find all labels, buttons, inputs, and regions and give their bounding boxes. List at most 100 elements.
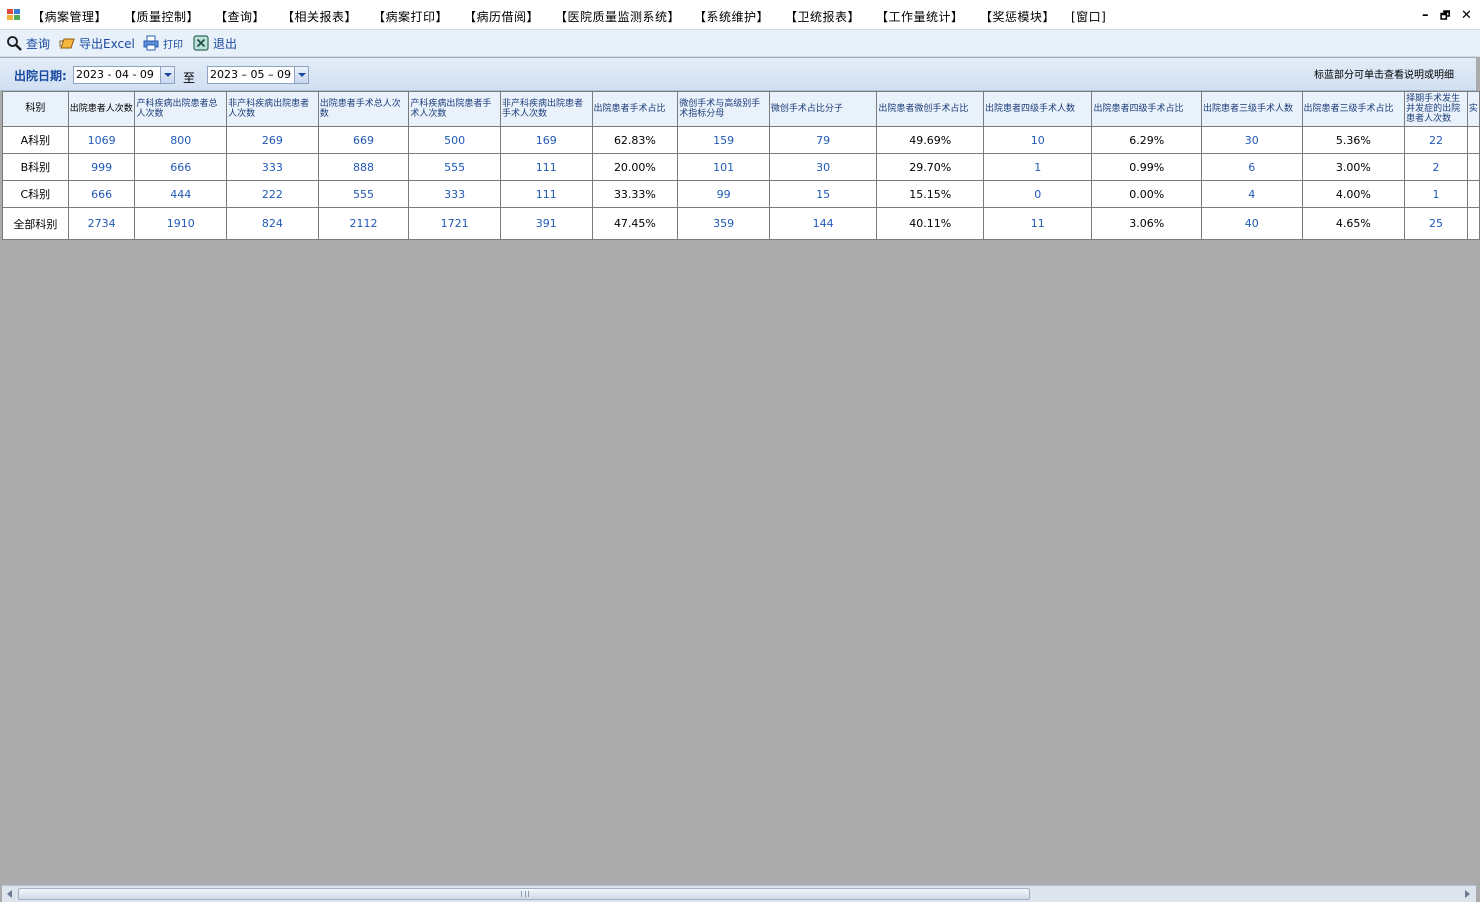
menu-reward-punishment[interactable]: 【奖惩模块】: [980, 8, 1055, 26]
menu-workload-statistics[interactable]: 【工作量统计】: [876, 8, 964, 26]
header-cell[interactable]: 出院患者手术总人次数: [317, 91, 410, 127]
count-link-cell[interactable]: [1466, 207, 1480, 240]
header-cell[interactable]: 出院患者三级手术占比: [1301, 91, 1406, 127]
count-link-cell[interactable]: 2734: [67, 207, 136, 240]
magnifier-icon: [7, 36, 22, 51]
header-cell[interactable]: 微创手术与高级别手术指标分母: [677, 91, 770, 127]
header-cell[interactable]: 实: [1466, 91, 1480, 127]
menu-hospital-quality-monitoring[interactable]: 【医院质量监测系统】: [555, 8, 680, 26]
export-excel-icon: [59, 38, 75, 49]
count-link-cell[interactable]: 391: [499, 207, 593, 240]
header-cell[interactable]: 出院患者微创手术占比: [876, 91, 985, 127]
count-link-cell[interactable]: 30: [768, 153, 878, 181]
count-link-cell[interactable]: 333: [408, 180, 501, 208]
count-link-cell[interactable]: 555: [408, 153, 501, 181]
count-link-cell[interactable]: 2112: [317, 207, 410, 240]
print-button[interactable]: 打印: [143, 33, 183, 53]
header-cell[interactable]: 出院患者四级手术占比: [1091, 91, 1203, 127]
scroll-left-icon[interactable]: [7, 890, 12, 898]
count-link-cell[interactable]: 111: [499, 153, 593, 181]
count-link-cell[interactable]: 169: [499, 126, 593, 154]
chevron-down-icon[interactable]: [294, 67, 308, 83]
header-cell[interactable]: 出院患者四级手术人数: [983, 91, 1093, 127]
count-link-cell[interactable]: 999: [67, 153, 136, 181]
count-link-cell[interactable]: 888: [317, 153, 410, 181]
count-link-cell[interactable]: 824: [226, 207, 319, 240]
count-link-cell[interactable]: 666: [134, 153, 228, 181]
end-date-picker[interactable]: 2023 – 05 – 09: [207, 66, 309, 84]
department-cell: B科别: [2, 153, 69, 181]
horizontal-scrollbar[interactable]: [2, 885, 1476, 902]
header-cell[interactable]: 微创手术占比分子: [768, 91, 878, 127]
data-grid: 科别 出院患者人次数 产科疾病出院患者总人次数 非产科疾病出院患者人次数 出院患…: [2, 91, 1480, 886]
app-logo-icon: [7, 9, 21, 22]
count-link-cell[interactable]: 159: [677, 126, 770, 154]
count-link-cell[interactable]: 1: [983, 153, 1093, 181]
header-cell[interactable]: 择期手术发生并发症的出院患者人次数: [1404, 91, 1468, 127]
ratio-cell: 33.33%: [591, 180, 679, 208]
start-date-picker[interactable]: 2023 - 04 - 09: [73, 66, 175, 84]
count-link-cell[interactable]: 800: [134, 126, 228, 154]
count-link-cell[interactable]: 30: [1201, 126, 1303, 154]
count-link-cell[interactable]: 25: [1404, 207, 1468, 240]
header-cell[interactable]: 产科疾病出院患者总人次数: [134, 91, 228, 127]
menu-quality-control[interactable]: 【质量控制】: [124, 8, 199, 26]
count-link-cell[interactable]: 111: [499, 180, 593, 208]
count-link-cell[interactable]: 99: [677, 180, 770, 208]
count-link-cell[interactable]: 1: [1404, 180, 1468, 208]
count-link-cell[interactable]: 333: [226, 153, 319, 181]
header-cell[interactable]: 出院患者三级手术人数: [1201, 91, 1303, 127]
menu-system-maintenance[interactable]: 【系统维护】: [694, 8, 769, 26]
close-button[interactable]: ✕: [1461, 8, 1472, 24]
menu-record-borrow[interactable]: 【病历借阅】: [464, 8, 539, 26]
count-link-cell[interactable]: 444: [134, 180, 228, 208]
count-link-cell[interactable]: 11: [983, 207, 1093, 240]
minimize-button[interactable]: –: [1422, 8, 1429, 24]
ratio-cell: 3.06%: [1091, 207, 1203, 240]
surgery-statistics-table: 科别 出院患者人次数 产科疾病出院患者总人次数 非产科疾病出院患者人次数 出院患…: [2, 91, 1480, 240]
count-link-cell[interactable]: 1069: [67, 126, 136, 154]
exit-button[interactable]: 退出: [193, 33, 239, 53]
menu-related-reports[interactable]: 【相关报表】: [282, 8, 357, 26]
count-link-cell[interactable]: 555: [317, 180, 410, 208]
menu-window[interactable]: [窗口]: [1071, 8, 1106, 26]
scrollbar-thumb[interactable]: [18, 888, 1030, 900]
menu-case-print[interactable]: 【病案打印】: [373, 8, 448, 26]
export-excel-button[interactable]: 导出Excel: [59, 33, 139, 53]
count-link-cell[interactable]: 269: [226, 126, 319, 154]
count-link-cell[interactable]: [1466, 153, 1480, 181]
count-link-cell[interactable]: 79: [768, 126, 878, 154]
count-link-cell[interactable]: 1910: [134, 207, 228, 240]
query-button[interactable]: 查询: [6, 33, 52, 53]
count-link-cell[interactable]: 10: [983, 126, 1093, 154]
chevron-down-icon[interactable]: [160, 67, 174, 83]
count-link-cell[interactable]: 0: [983, 180, 1093, 208]
count-link-cell[interactable]: 40: [1201, 207, 1303, 240]
header-cell[interactable]: 非产科疾病出院患者人次数: [226, 91, 319, 127]
count-link-cell[interactable]: 15: [768, 180, 878, 208]
count-link-cell[interactable]: 22: [1404, 126, 1468, 154]
count-link-cell[interactable]: 2: [1404, 153, 1468, 181]
count-link-cell[interactable]: 666: [67, 180, 136, 208]
count-link-cell[interactable]: 144: [768, 207, 878, 240]
header-cell[interactable]: 产科疾病出院患者手术人次数: [408, 91, 501, 127]
count-link-cell[interactable]: 101: [677, 153, 770, 181]
count-link-cell[interactable]: [1466, 180, 1480, 208]
menu-health-statistics-report[interactable]: 【卫统报表】: [785, 8, 860, 26]
menu-case-management[interactable]: 【病案管理】: [32, 8, 107, 26]
count-link-cell[interactable]: 4: [1201, 180, 1303, 208]
count-link-cell[interactable]: 500: [408, 126, 501, 154]
header-cell[interactable]: 非产科疾病出院患者手术人次数: [499, 91, 593, 127]
header-cell[interactable]: 出院患者手术占比: [591, 91, 679, 127]
scroll-right-icon[interactable]: [1465, 890, 1470, 898]
count-link-cell[interactable]: 6: [1201, 153, 1303, 181]
restore-button[interactable]: 🗗: [1440, 8, 1450, 24]
count-link-cell[interactable]: 1721: [408, 207, 501, 240]
count-link-cell[interactable]: 669: [317, 126, 410, 154]
count-link-cell[interactable]: [1466, 126, 1480, 154]
count-link-cell[interactable]: 222: [226, 180, 319, 208]
count-link-cell[interactable]: 359: [677, 207, 770, 240]
menu-query[interactable]: 【查询】: [215, 8, 265, 26]
header-cell[interactable]: 出院患者人次数: [67, 91, 136, 127]
window-bottom-edge: [0, 902, 1480, 906]
